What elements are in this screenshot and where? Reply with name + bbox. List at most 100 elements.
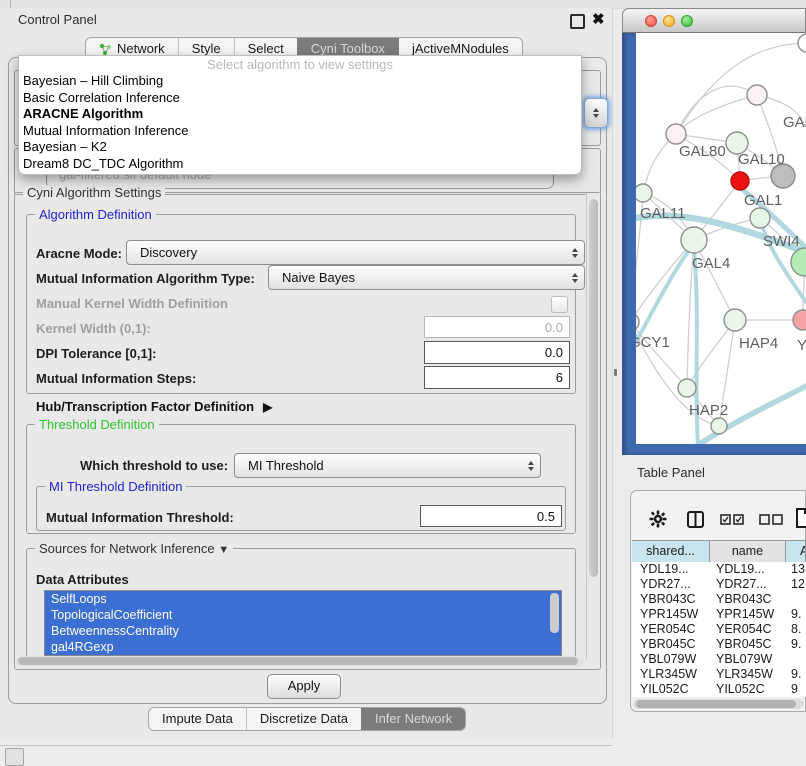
table-row[interactable]: YBL079WYBL079W xyxy=(632,652,806,667)
which-threshold-label: Which threshold to use: xyxy=(80,458,228,473)
algorithm-definition-title: Algorithm Definition xyxy=(35,207,156,222)
network-node-gal4[interactable] xyxy=(681,227,707,253)
which-threshold-value: MI Threshold xyxy=(248,458,324,473)
network-node-gal[interactable] xyxy=(747,85,767,105)
mi-steps-input[interactable]: 6 xyxy=(424,366,570,389)
table-cell: YER054C xyxy=(632,622,710,637)
which-threshold-select[interactable]: MI Threshold xyxy=(234,453,541,478)
mi-type-label: Mutual Information Algorithm Type: xyxy=(36,271,255,286)
kernel-width-label: Kernel Width (0,1): xyxy=(36,321,151,336)
mi-type-select[interactable]: Naive Bayes xyxy=(268,265,585,290)
table-cell: YBL079W xyxy=(710,652,786,667)
attribute-item[interactable]: SelfLoops xyxy=(45,591,561,607)
algorithm-combo-spinner[interactable] xyxy=(584,98,608,128)
settings-group-title: Cyni Algorithm Settings xyxy=(23,185,165,200)
algorithm-dropdown-popup: Select algorithm to view settings Bayesi… xyxy=(18,55,582,175)
table-row[interactable]: YBR043CYBR043C xyxy=(632,592,806,607)
settings-vertical-scrollbar[interactable] xyxy=(586,193,600,659)
node-label: GAL11 xyxy=(640,205,686,222)
mi-threshold-input[interactable]: 0.5 xyxy=(420,505,562,527)
minimize-window-icon[interactable] xyxy=(663,15,675,27)
settings-horizontal-scrollbar[interactable] xyxy=(16,656,584,666)
node-label: GAL4 xyxy=(692,255,730,272)
select-all-columns-icon[interactable] xyxy=(720,514,744,525)
network-node-hap2[interactable] xyxy=(678,379,696,397)
hub-definition-expander[interactable]: Hub/Transcription Factor Definition▶ xyxy=(36,399,272,414)
node-label: SWI4 xyxy=(763,233,800,250)
table-cell: YDL19... xyxy=(632,562,710,577)
node-label: HAP4 xyxy=(739,335,778,352)
network-node[interactable] xyxy=(711,418,727,434)
apply-button[interactable]: Apply xyxy=(267,674,341,699)
combo-arrows-icon xyxy=(528,461,534,471)
network-node[interactable] xyxy=(791,248,806,276)
table-body[interactable]: YDL19...YDL19...13YDR27...YDR27...12YBR0… xyxy=(632,562,806,697)
node-label: GAL xyxy=(783,114,806,131)
float-panel-icon[interactable] xyxy=(570,14,585,29)
tab-discretize-data[interactable]: Discretize Data xyxy=(246,708,361,730)
table-horizontal-scrollbar[interactable] xyxy=(633,699,804,709)
network-node-gal80[interactable] xyxy=(666,124,686,144)
table-row[interactable]: YDL19...YDL19...13 xyxy=(632,562,806,577)
deselect-all-columns-icon[interactable] xyxy=(759,514,783,525)
table-cell: YPR145W xyxy=(632,607,710,622)
table-row[interactable]: YER054CYER054C8. xyxy=(632,622,806,637)
attribute-item[interactable]: gal4RGexp xyxy=(45,639,561,655)
table-cell: 12 xyxy=(786,577,806,592)
network-graph: GALGAL80GAL10GAL1GAL11GAL4SWI4GCY1HAP4YH… xyxy=(636,33,806,444)
kernel-width-input[interactable]: 0.0 xyxy=(424,316,570,338)
tab-impute-data[interactable]: Impute Data xyxy=(149,708,246,730)
table-row[interactable]: YPR145WYPR145W9. xyxy=(632,607,806,622)
table-cell: 13 xyxy=(786,562,806,577)
network-node-gal1[interactable] xyxy=(731,172,749,190)
table-cell: YBL079W xyxy=(632,652,710,667)
tab-infer-network[interactable]: Infer Network xyxy=(361,708,465,730)
gear-icon[interactable] xyxy=(649,510,667,528)
list-scrollbar[interactable] xyxy=(550,593,559,633)
manual-kernel-label: Manual Kernel Width Definition xyxy=(36,296,228,311)
column-header[interactable]: A xyxy=(786,541,806,562)
attribute-item[interactable]: BetweennessCentrality xyxy=(45,623,561,639)
dropdown-item-list: Bayesian – Hill ClimbingBasic Correlatio… xyxy=(19,73,581,172)
data-attributes-list[interactable]: SelfLoopsTopologicalCoefficientBetweenne… xyxy=(44,590,562,656)
aracne-mode-select[interactable]: Discovery xyxy=(126,240,585,265)
table-row[interactable]: YLR345WYLR345W9. xyxy=(632,667,806,682)
collapsed-panel-button[interactable] xyxy=(5,748,24,766)
network-node-gcy1[interactable] xyxy=(636,313,639,331)
dropdown-item[interactable]: Mutual Information Inference xyxy=(19,123,581,140)
table-cell: 8. xyxy=(786,622,806,637)
network-node-hap4[interactable] xyxy=(724,309,746,331)
zoom-window-icon[interactable] xyxy=(681,15,693,27)
column-header[interactable]: name xyxy=(710,541,786,562)
split-pane-handle[interactable] xyxy=(614,369,617,376)
table-row[interactable]: YDR27...YDR27...12 xyxy=(632,577,806,592)
dpi-tolerance-input[interactable]: 0.0 xyxy=(424,341,570,364)
export-table-icon[interactable] xyxy=(795,508,806,528)
combo-arrows-icon xyxy=(572,248,578,258)
panel-bottom-edge xyxy=(0,745,612,746)
table-row[interactable]: YBR045CYBR045C9. xyxy=(632,637,806,652)
tab-label: Infer Network xyxy=(375,708,452,730)
dropdown-item[interactable]: Bayesian – K2 xyxy=(19,139,581,156)
split-columns-icon[interactable] xyxy=(687,511,704,528)
attribute-item[interactable]: TopologicalCoefficient xyxy=(45,607,561,623)
network-node[interactable] xyxy=(798,34,806,52)
network-node-y[interactable] xyxy=(793,310,806,330)
manual-kernel-checkbox[interactable] xyxy=(551,296,568,313)
close-window-icon[interactable] xyxy=(645,15,657,27)
dropdown-item[interactable]: ARACNE Algorithm xyxy=(19,106,581,123)
column-header[interactable]: shared... xyxy=(632,541,710,562)
dropdown-item[interactable]: Dream8 DC_TDC Algorithm xyxy=(19,156,581,173)
scrollbar-thumb[interactable] xyxy=(18,657,578,665)
network-canvas[interactable]: GALGAL80GAL10GAL1GAL11GAL4SWI4GCY1HAP4YH… xyxy=(636,33,806,444)
scrollbar-thumb[interactable] xyxy=(636,700,796,708)
dropdown-item[interactable]: Basic Correlation Inference xyxy=(19,90,581,107)
network-window-titlebar[interactable] xyxy=(622,8,806,33)
scrollbar-thumb[interactable] xyxy=(589,199,598,577)
close-panel-icon[interactable]: ✖ xyxy=(592,10,605,28)
dropdown-item[interactable]: Bayesian – Hill Climbing xyxy=(19,73,581,90)
table-row[interactable]: YIL052CYIL052C9 xyxy=(632,682,806,697)
threshold-definition-title: Threshold Definition xyxy=(35,417,159,432)
network-node-swi4[interactable] xyxy=(750,208,770,228)
network-node-gal11[interactable] xyxy=(636,184,652,202)
